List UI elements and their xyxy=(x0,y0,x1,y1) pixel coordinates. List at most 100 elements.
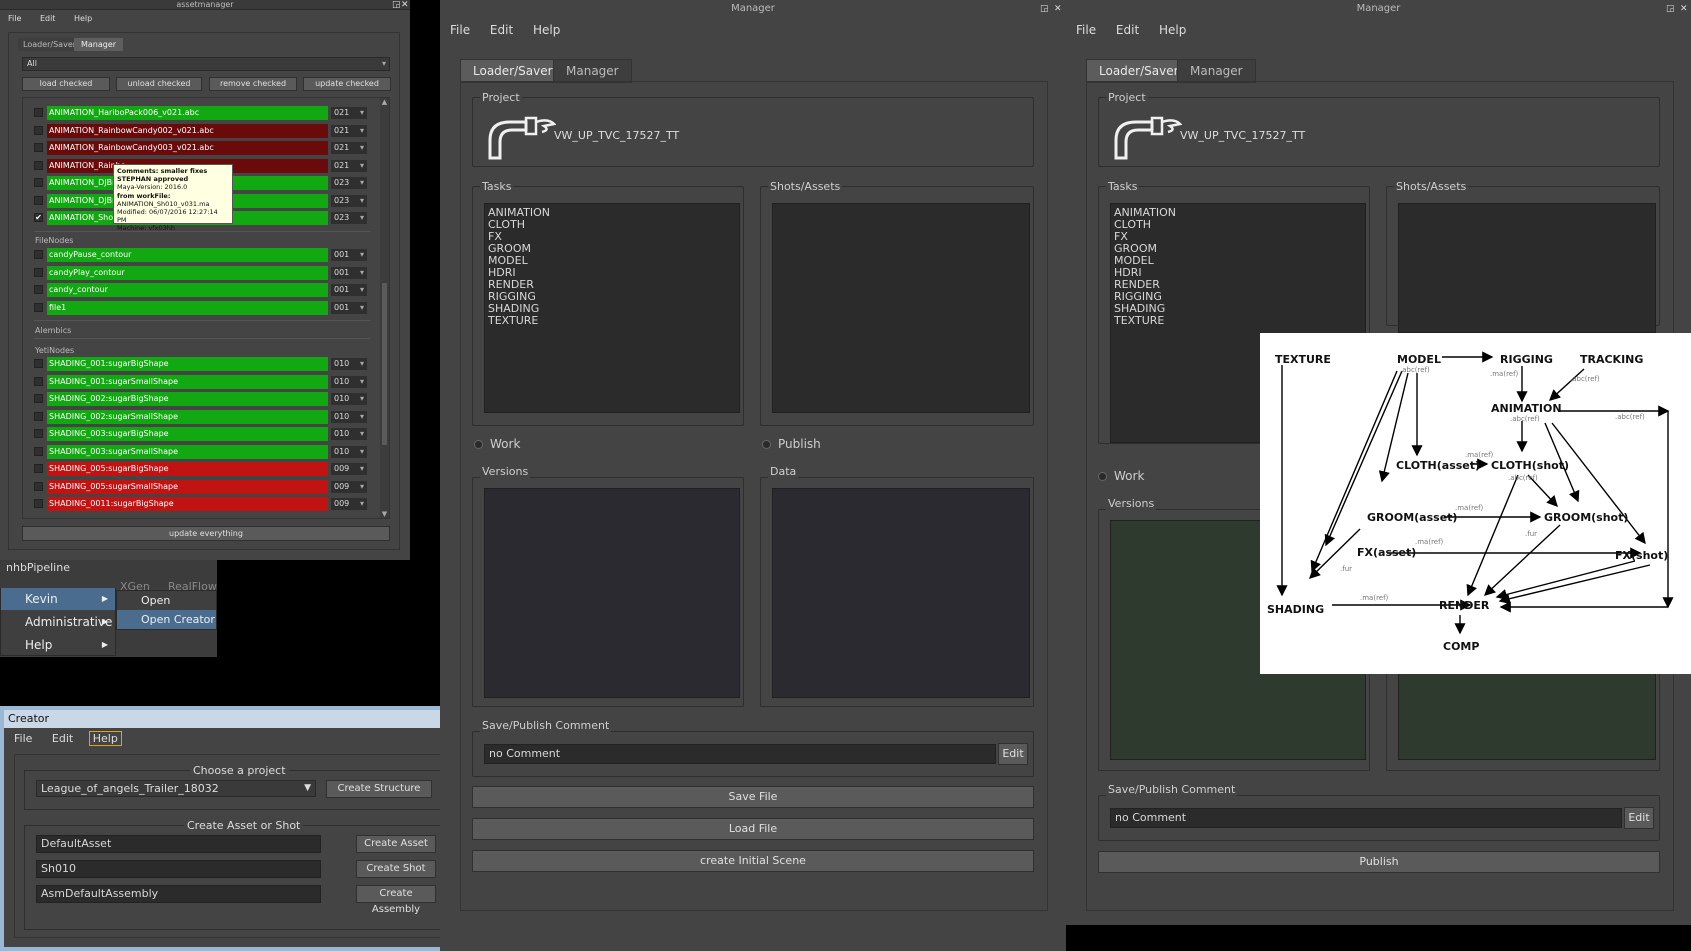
asset-row[interactable]: SHADING_003:sugarSmallShape 010 xyxy=(34,444,370,459)
asset-row[interactable]: SHADING_001:sugarBigShape 010 xyxy=(34,357,370,371)
shot-name-field[interactable]: Sh010 xyxy=(36,860,321,878)
version-dropdown[interactable]: 010 xyxy=(331,410,367,423)
row-checkbox[interactable] xyxy=(34,302,43,312)
menu-help[interactable]: Help xyxy=(74,14,92,23)
asset-row[interactable]: SHADING_002:sugarSmallShape 010 xyxy=(34,409,370,424)
task-item[interactable]: TEXTURE xyxy=(488,315,736,327)
submenu-open-creator[interactable]: Open Creator xyxy=(117,610,216,629)
menu-item-administrative[interactable]: Administrative ▶ xyxy=(1,611,115,633)
list-scrollbar[interactable]: ▲ ▼ xyxy=(380,98,389,518)
version-dropdown[interactable]: 021 xyxy=(331,107,367,119)
float-icon[interactable]: ◲ xyxy=(1040,4,1049,14)
close-icon[interactable]: ✕ xyxy=(1680,4,1688,14)
filter-dropdown[interactable]: All ▾ xyxy=(22,57,390,71)
version-dropdown[interactable]: 010 xyxy=(331,428,367,440)
edit-comment-button[interactable]: Edit xyxy=(1624,807,1654,829)
task-item[interactable]: CLOTH xyxy=(488,219,736,231)
asset-row[interactable]: SHADING_003:sugarBigShape 010 xyxy=(34,427,370,441)
load-file-button[interactable]: Load File xyxy=(472,818,1034,840)
tab-loader-saver[interactable]: Loader/Saver xyxy=(18,38,82,51)
tab-manager[interactable]: Manager xyxy=(553,59,632,83)
tab-manager[interactable]: Manager xyxy=(74,38,124,51)
versions-list[interactable] xyxy=(484,488,740,698)
menu-help[interactable]: Help xyxy=(88,731,122,746)
tab-loader-saver[interactable]: Loader/Saver xyxy=(1086,59,1192,83)
task-item[interactable]: TEXTURE xyxy=(1114,315,1362,327)
create-shot-button[interactable]: Create Shot xyxy=(356,860,436,878)
work-radio[interactable] xyxy=(474,440,483,449)
asset-row[interactable]: ANIMATION_RainbowCandy002_v021.abc 021 xyxy=(34,123,370,138)
update-checked-button[interactable]: update checked xyxy=(303,77,391,91)
publish-button[interactable]: Publish xyxy=(1098,851,1660,873)
tab-manager[interactable]: Manager xyxy=(1177,59,1256,83)
asset-row[interactable]: ANIMATION_HariboPack006_v021.abc 021 xyxy=(34,106,370,120)
version-dropdown[interactable]: 009 xyxy=(331,498,367,510)
asset-row[interactable]: SHADING_005:sugarSmallShape 009 xyxy=(34,479,370,494)
asset-row[interactable]: SHADING_001:sugarSmallShape 010 xyxy=(34,374,370,389)
row-checkbox[interactable]: ✔ xyxy=(34,213,43,222)
shots-list[interactable] xyxy=(1398,203,1656,333)
row-checkbox[interactable] xyxy=(34,195,43,205)
scroll-up-icon[interactable]: ▲ xyxy=(380,98,389,106)
row-checkbox[interactable] xyxy=(34,394,43,403)
menu-item-kevin[interactable]: Kevin ▶ xyxy=(1,588,115,610)
asset-name-field[interactable]: DefaultAsset xyxy=(36,835,321,853)
version-dropdown[interactable]: 010 xyxy=(331,358,367,370)
version-dropdown[interactable]: 021 xyxy=(331,159,367,172)
asset-row[interactable]: ANIMATION_RainbowCandy003_v021.abc 021 xyxy=(34,141,370,155)
tab-loader-saver[interactable]: Loader/Saver xyxy=(460,59,566,83)
asset-row[interactable]: file1 001 xyxy=(34,300,370,315)
menu-edit[interactable]: Edit xyxy=(40,14,56,23)
create-assembly-button[interactable]: Create Assembly xyxy=(356,885,436,915)
row-checkbox[interactable] xyxy=(34,178,43,187)
data-list[interactable] xyxy=(772,488,1030,698)
row-checkbox[interactable] xyxy=(34,285,43,294)
version-dropdown[interactable]: 001 xyxy=(331,301,367,314)
task-item[interactable]: MODEL xyxy=(488,255,736,267)
load-checked-button[interactable]: load checked xyxy=(22,77,110,91)
version-dropdown[interactable]: 001 xyxy=(331,249,367,261)
menu-edit[interactable]: Edit xyxy=(1116,23,1139,37)
row-checkbox[interactable] xyxy=(34,108,43,117)
asset-row[interactable]: SHADING_005:sugarBigShape 009 xyxy=(34,462,370,476)
scroll-thumb[interactable] xyxy=(382,283,387,445)
create-initial-scene-button[interactable]: create Initial Scene xyxy=(472,850,1034,872)
menu-file[interactable]: File xyxy=(8,14,21,23)
save-file-button[interactable]: Save File xyxy=(472,786,1034,808)
version-dropdown[interactable]: 010 xyxy=(331,445,367,458)
close-icon[interactable]: ✕ xyxy=(1054,4,1062,14)
row-checkbox[interactable] xyxy=(34,376,43,386)
scroll-down-icon[interactable]: ▼ xyxy=(380,510,389,518)
row-checkbox[interactable] xyxy=(34,267,43,277)
project-dropdown[interactable]: League_of_angels_Trailer_18032 ▼ xyxy=(36,780,316,797)
row-checkbox[interactable] xyxy=(34,499,43,508)
row-checkbox[interactable] xyxy=(34,160,43,170)
comment-field[interactable]: no Comment xyxy=(1110,808,1622,828)
menu-help[interactable]: Help xyxy=(1159,23,1186,37)
task-item[interactable]: ANIMATION xyxy=(1114,207,1362,219)
submenu-open-manager[interactable]: Open Manager xyxy=(117,591,216,626)
version-dropdown[interactable]: 010 xyxy=(331,393,367,405)
float-icon[interactable]: ◲ xyxy=(1666,4,1675,14)
close-icon[interactable]: ✕ xyxy=(401,0,409,10)
assembly-name-field[interactable]: AsmDefaultAssembly xyxy=(36,885,321,903)
version-dropdown[interactable]: 021 xyxy=(331,124,367,137)
row-checkbox[interactable] xyxy=(34,411,43,421)
asset-row[interactable]: SHADING_0011:sugarBigShape 009 xyxy=(34,497,370,511)
remove-checked-button[interactable]: remove checked xyxy=(209,77,297,91)
menu-file[interactable]: File xyxy=(14,732,32,745)
menu-file[interactable]: File xyxy=(450,23,470,37)
asset-row[interactable]: candyPause_contour 001 xyxy=(34,248,370,262)
row-checkbox[interactable] xyxy=(34,481,43,491)
row-checkbox[interactable] xyxy=(34,250,43,259)
task-item[interactable]: ANIMATION xyxy=(488,207,736,219)
version-dropdown[interactable]: 001 xyxy=(331,284,367,296)
row-checkbox[interactable] xyxy=(34,359,43,368)
version-dropdown[interactable]: 010 xyxy=(331,375,367,388)
task-item[interactable]: MODEL xyxy=(1114,255,1362,267)
version-dropdown[interactable]: 023 xyxy=(331,212,367,224)
version-dropdown[interactable]: 023 xyxy=(331,177,367,189)
asset-row[interactable]: candy_contour 001 xyxy=(34,283,370,297)
publish-radio[interactable] xyxy=(762,440,771,449)
row-checkbox[interactable] xyxy=(34,143,43,152)
